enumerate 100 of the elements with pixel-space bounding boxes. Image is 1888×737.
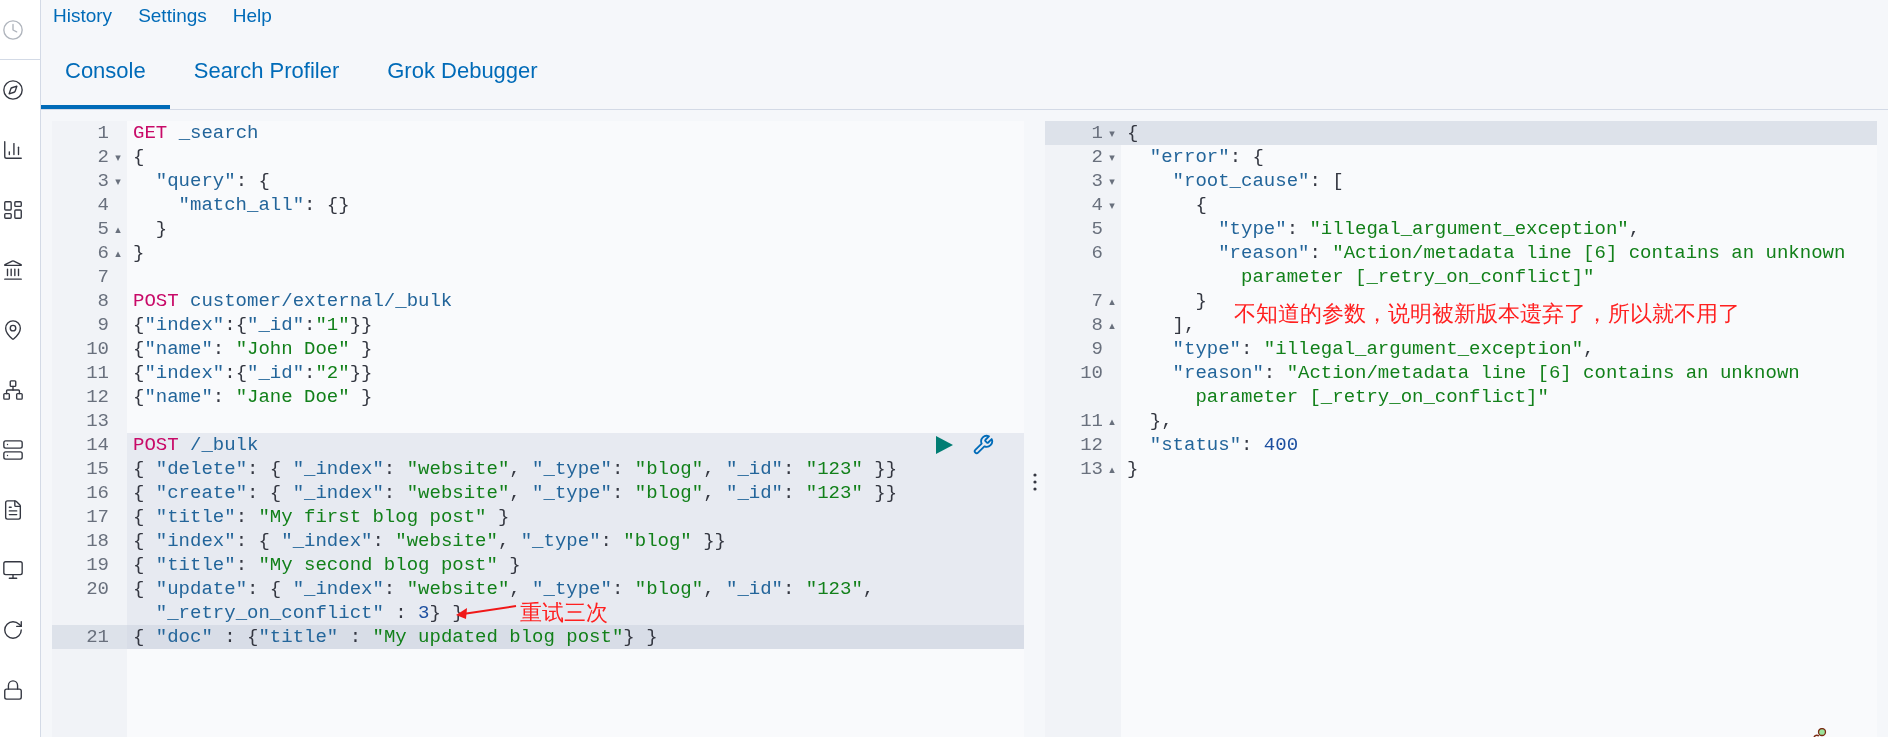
fold-toggle[interactable]: ▾: [115, 151, 121, 163]
dashboard-icon[interactable]: [2, 199, 24, 221]
fold-toggle[interactable]: ▴: [1109, 319, 1115, 331]
line-number: 1: [97, 121, 109, 145]
code-line: {"index":{"_id":"1"}}: [133, 313, 373, 337]
tab[interactable]: Grok Debugger: [363, 28, 562, 109]
fold-toggle[interactable]: ▾: [1109, 175, 1115, 187]
annotation-note: 重试三次: [520, 599, 608, 627]
rotate-icon[interactable]: [2, 619, 24, 641]
line-number: 9: [1091, 337, 1103, 361]
line-number: 11: [1080, 409, 1103, 433]
code-line: POST /_bulk: [133, 433, 259, 457]
menu-link[interactable]: Settings: [138, 1, 207, 31]
monitor-icon[interactable]: [2, 559, 24, 581]
code-line: {: [133, 145, 145, 169]
request-editor[interactable]: [52, 121, 1024, 737]
code-line: {: [1127, 121, 1139, 145]
network-icon[interactable]: [2, 379, 24, 401]
document-icon[interactable]: [2, 499, 24, 521]
code-line: "reason": "Action/metadata line [6] contains an unknown: [1171, 361, 1800, 385]
code-line: POST customer/external/_bulk: [133, 289, 453, 313]
building-icon[interactable]: [2, 259, 24, 281]
code-line: "error": {: [1148, 145, 1264, 169]
line-number: 17: [86, 505, 109, 529]
code-line: ],: [1171, 313, 1196, 337]
code-line: { "index": { "_index": "website", "_type": "blog" }}: [133, 529, 726, 553]
line-number: 14: [86, 433, 109, 457]
code-line: { "update": { "_index": "website", "_type": "blog", "_id": "123",: [133, 577, 875, 601]
line-number: 2: [1091, 145, 1103, 169]
map-pin-icon[interactable]: [2, 319, 24, 341]
code-line: "type": "illegal_argument_exception",: [1217, 217, 1641, 241]
code-line: {"name": "Jane Doe" }: [133, 385, 373, 409]
fold-toggle[interactable]: ▾: [1109, 127, 1115, 139]
fold-toggle[interactable]: ▾: [115, 175, 121, 187]
line-number: 4: [97, 193, 109, 217]
line-number: 6: [1091, 241, 1103, 265]
code-line: "status": 400: [1148, 433, 1299, 457]
line-number: 15: [86, 457, 109, 481]
code-line: },: [1148, 409, 1173, 433]
line-number: 16: [86, 481, 109, 505]
line-number: 7: [1091, 289, 1103, 313]
line-number: 3: [1091, 169, 1103, 193]
line-number: 21: [86, 625, 109, 649]
line-number: 5: [97, 217, 109, 241]
code-line: }: [1194, 289, 1207, 313]
line-number: 1: [1091, 121, 1103, 145]
annotation-arrow: [455, 603, 517, 621]
line-number: 13: [86, 409, 109, 433]
line-number: 12: [1080, 433, 1103, 457]
code-line: {: [1194, 193, 1207, 217]
drag-handle-icon[interactable]: [1032, 473, 1037, 491]
line-number: 18: [86, 529, 109, 553]
tab[interactable]: Console: [41, 28, 170, 109]
annotation-note: 不知道的参数，说明被新版本遗弃了，所以就不用了: [1234, 300, 1740, 328]
line-number: 9: [97, 313, 109, 337]
chart-icon[interactable]: [2, 139, 24, 161]
fold-toggle[interactable]: ▾: [1109, 199, 1115, 211]
server-icon[interactable]: [2, 439, 24, 461]
line-number: 5: [1091, 217, 1103, 241]
fold-toggle[interactable]: ▴: [1109, 463, 1115, 475]
play-icon[interactable]: [934, 435, 954, 455]
fold-toggle[interactable]: ▾: [1109, 151, 1115, 163]
code-line: GET _search: [133, 121, 259, 145]
code-line: "reason": "Action/metadata line [6] contains an unknown: [1217, 241, 1846, 265]
line-number: 6: [97, 241, 109, 265]
line-number: 10: [86, 337, 109, 361]
fold-toggle[interactable]: ▴: [1109, 295, 1115, 307]
line-number: 3: [97, 169, 109, 193]
tab[interactable]: Search Profiler: [169, 28, 364, 109]
fold-toggle[interactable]: ▴: [115, 247, 121, 259]
code-line: { "doc" : {"title" : "My updated blog post"} }: [133, 625, 658, 649]
menu-link[interactable]: History: [53, 1, 113, 31]
line-number: 8: [97, 289, 109, 313]
wrench-icon[interactable]: [972, 434, 994, 456]
line-number: 19: [86, 553, 109, 577]
line-number: 7: [97, 265, 109, 289]
code-line: { "title": "My first blog post" }: [133, 505, 510, 529]
code-line: { "create": { "_index": "website", "_type": "blog", "_id": "123" }}: [133, 481, 898, 505]
code-line: { "delete": { "_index": "website", "_type": "blog", "_id": "123" }}: [133, 457, 898, 481]
line-number: 2: [97, 145, 109, 169]
line-number: 20: [86, 577, 109, 601]
compass-icon[interactable]: [2, 79, 24, 101]
menu-link[interactable]: Help: [232, 1, 272, 31]
code-line: "query": {: [154, 169, 270, 193]
lock-icon[interactable]: [2, 679, 24, 701]
code-line: parameter [_retry_on_conflict]": [1194, 385, 1549, 409]
line-number: 13: [1080, 457, 1103, 481]
code-line: {"index":{"_id":"2"}}: [133, 361, 373, 385]
code-line: "type": "illegal_argument_exception",: [1171, 337, 1595, 361]
code-line: }: [154, 217, 168, 241]
code-line: {"name": "John Doe" }: [133, 337, 373, 361]
code-line: }: [133, 241, 145, 265]
line-number: 12: [86, 385, 109, 409]
fold-toggle[interactable]: ▴: [115, 223, 121, 235]
code-line: "root_cause": [: [1171, 169, 1344, 193]
code-line: "match_all": {}: [177, 193, 350, 217]
code-line: }: [1127, 457, 1139, 481]
plant-icon: [1813, 728, 1827, 737]
code-line: { "title": "My second blog post" }: [133, 553, 521, 577]
fold-toggle[interactable]: ▴: [1109, 415, 1115, 427]
